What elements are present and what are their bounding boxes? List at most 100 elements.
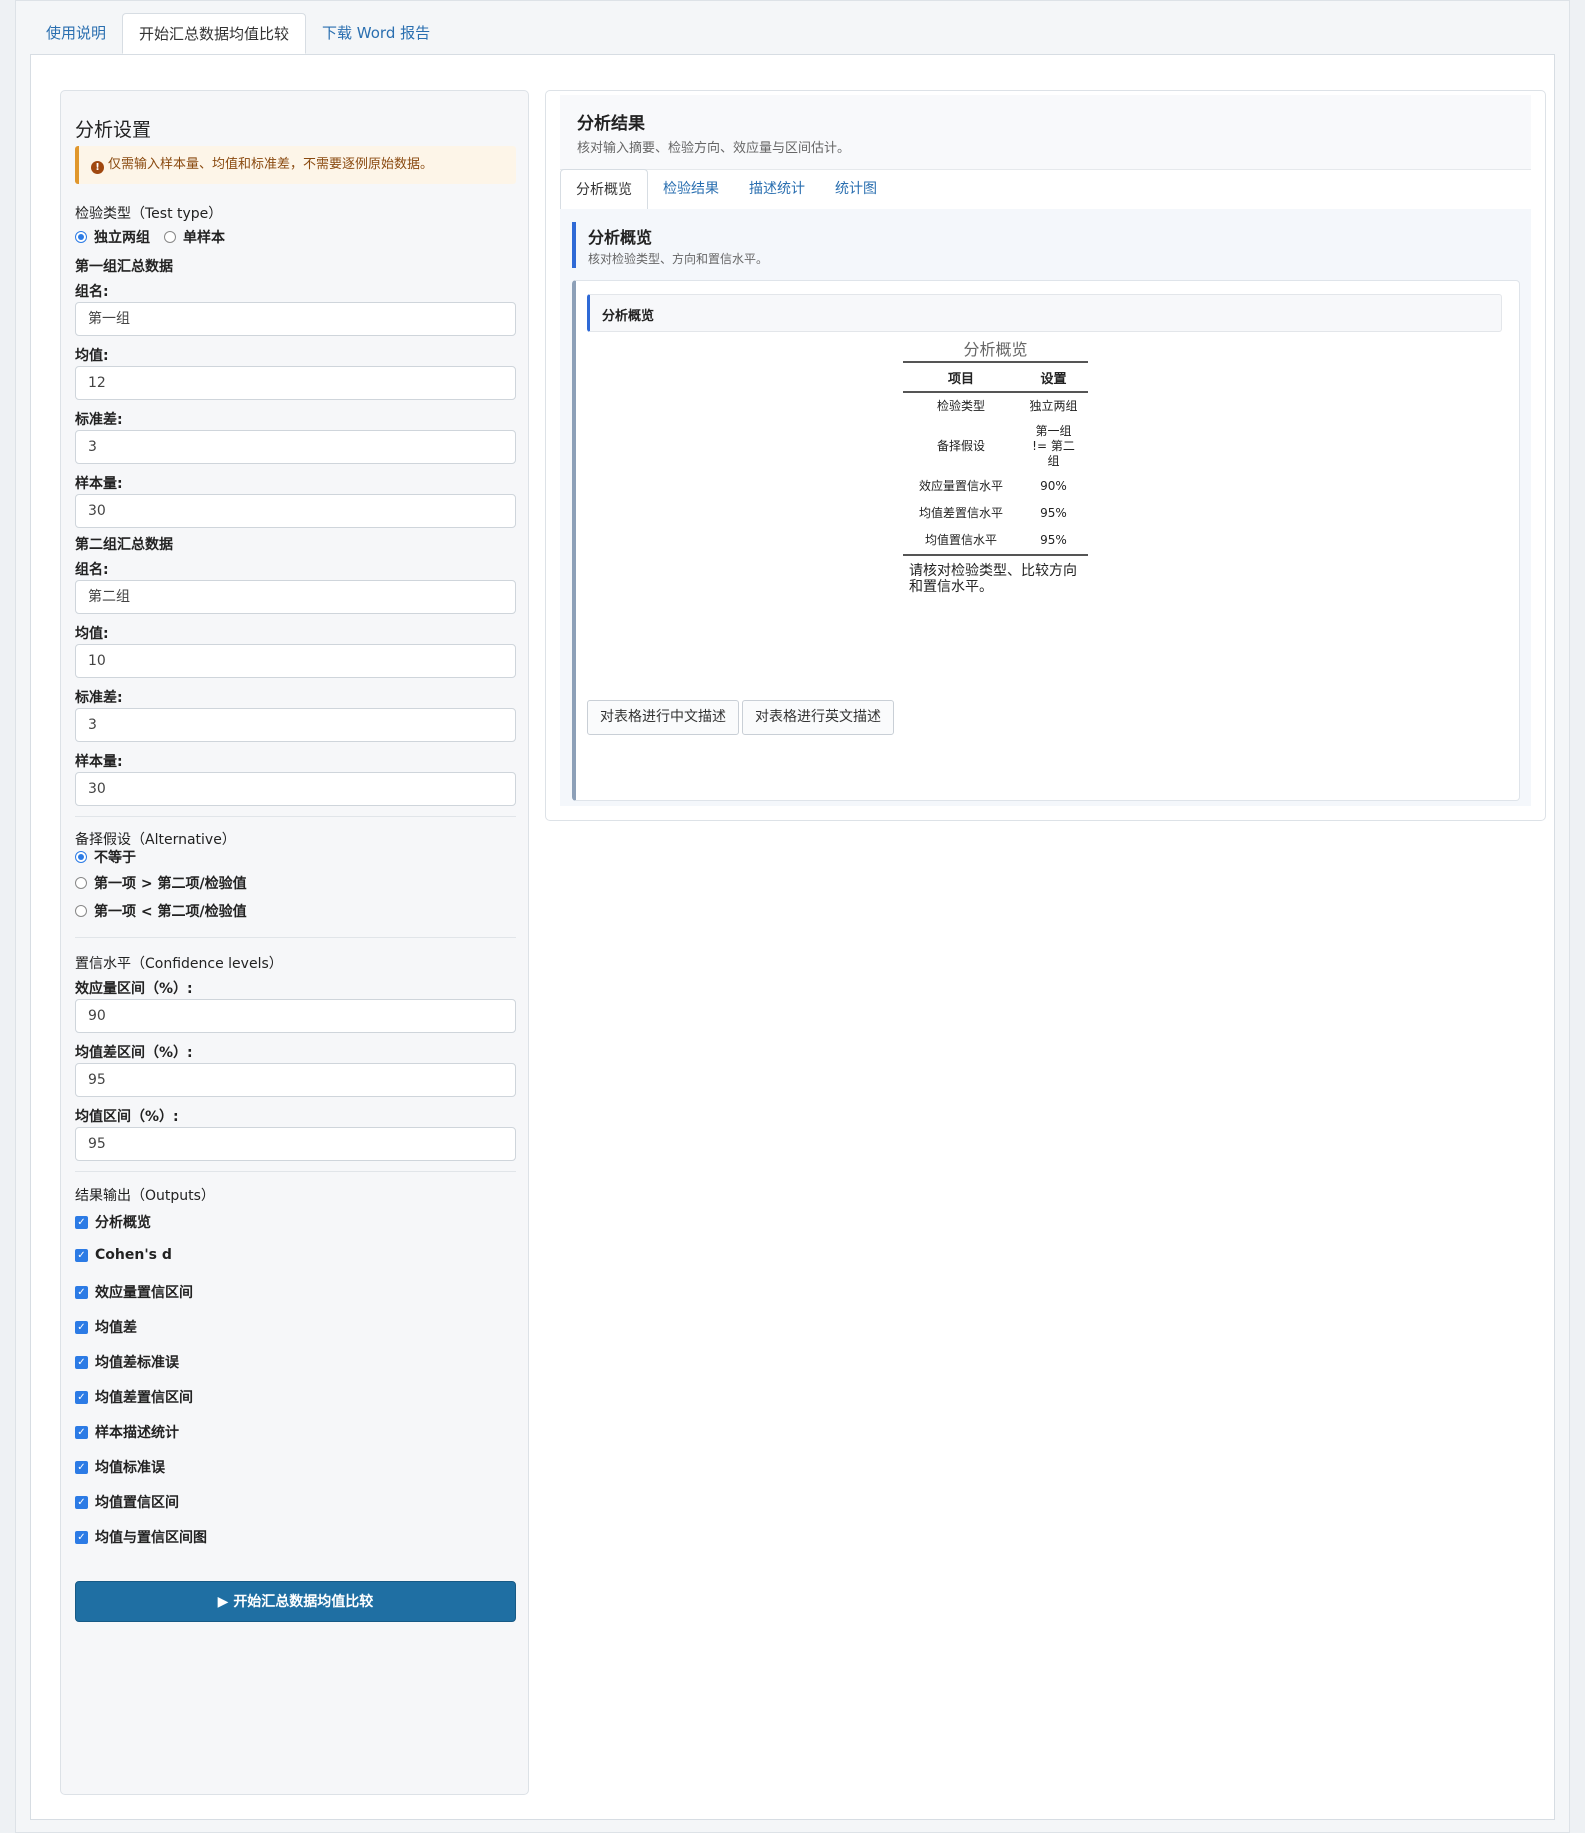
- alert-text: 仅需输入样本量、均值和标准差，不需要逐例原始数据。: [108, 157, 434, 172]
- run-analysis-button[interactable]: ▶ 开始汇总数据均值比较: [75, 1581, 516, 1622]
- group1-mean-label: 均值:: [75, 348, 109, 364]
- group2-mean-label: 均值:: [75, 626, 109, 642]
- results-header: 分析结果 核对输入摘要、检验方向、效应量与区间估计。: [560, 95, 1531, 170]
- radio-independent[interactable]: [75, 231, 87, 243]
- test-type-radio-group: 独立两组 单样本: [75, 227, 225, 247]
- table-cell: 备择假设: [936, 439, 985, 453]
- results-title: 分析结果: [577, 114, 645, 134]
- group2-heading: 第二组汇总数据: [75, 537, 173, 553]
- checkbox-checked-icon[interactable]: ✓: [75, 1355, 88, 1369]
- table-header: 设置: [1019, 362, 1088, 393]
- tab-descriptives[interactable]: 描述统计: [734, 169, 820, 209]
- checkbox-checked-icon[interactable]: ✓: [75, 1215, 88, 1229]
- table-note: 请核对检验类型、比较方向和置信水平。: [909, 563, 1077, 595]
- group1-name-input[interactable]: 第一组: [75, 302, 516, 336]
- checkbox-checked-icon[interactable]: ✓: [75, 1425, 88, 1439]
- group2-n-input[interactable]: 30: [75, 772, 516, 806]
- output-cohens-d[interactable]: ✓ Cohen's d: [75, 1247, 172, 1263]
- md-ci-input[interactable]: 95: [75, 1063, 516, 1097]
- section-title: 分析概览: [588, 228, 653, 247]
- radio-one-sample[interactable]: [164, 231, 176, 243]
- group1-n-input[interactable]: 30: [75, 494, 516, 528]
- results-tab-bar: 分析概览 检验结果 描述统计 统计图: [560, 169, 1531, 210]
- radio-independent-label: 独立两组: [94, 230, 150, 246]
- app-frame: 使用说明 开始汇总数据均值比较 下载 Word 报告 分析设置 ! 仅需输入样本量…: [15, 0, 1570, 1833]
- output-label: 均值差标准误: [95, 1355, 179, 1371]
- tab-plots[interactable]: 统计图: [820, 169, 892, 209]
- output-md-ci[interactable]: ✓ 均值差置信区间: [75, 1387, 193, 1407]
- checkbox-checked-icon[interactable]: ✓: [75, 1495, 88, 1509]
- overview-table: 项目 设置 检验类型 独立两组 备择假设 第一组 != 第二组 效应量置信水平 …: [903, 361, 1088, 556]
- output-mean-diff[interactable]: ✓ 均值差: [75, 1317, 137, 1337]
- describe-cn-button[interactable]: 对表格进行中文描述: [587, 700, 739, 735]
- divider: [75, 1171, 516, 1172]
- tab-start-analysis[interactable]: 开始汇总数据均值比较: [122, 13, 307, 54]
- card-header: 分析概览: [587, 294, 1502, 332]
- table-cell: 独立两组: [1029, 399, 1078, 413]
- tab-instructions[interactable]: 使用说明: [30, 13, 122, 54]
- table-cell: 均值置信水平: [924, 533, 997, 547]
- settings-panel: 分析设置 ! 仅需输入样本量、均值和标准差，不需要逐例原始数据。 检验类型（Tes…: [60, 90, 529, 1795]
- tab-test-results[interactable]: 检验结果: [648, 169, 734, 209]
- table-cell: 检验类型: [936, 399, 985, 413]
- results-panel: 分析结果 核对输入摘要、检验方向、效应量与区间估计。 分析概览 检验结果 描述统…: [545, 90, 1546, 821]
- md-ci-label: 均值差区间（%）:: [75, 1045, 193, 1061]
- alt-ne-label: 不等于: [94, 850, 136, 866]
- outputs-label: 结果输出（Outputs）: [75, 1188, 215, 1204]
- table-cell: 95%: [1040, 533, 1067, 547]
- output-overview[interactable]: ✓ 分析概览: [75, 1212, 151, 1232]
- checkbox-checked-icon[interactable]: ✓: [75, 1285, 88, 1299]
- alternative-label: 备择假设（Alternative）: [75, 832, 236, 848]
- radio-alt-ne[interactable]: [75, 851, 87, 863]
- table-caption: 分析概览: [963, 340, 1028, 359]
- table-cell: 均值差置信水平: [918, 506, 1003, 520]
- alt-option-gt[interactable]: 第一项 > 第二项/检验值: [75, 873, 247, 893]
- mean-ci-input[interactable]: 95: [75, 1127, 516, 1161]
- output-mean-ci-plot[interactable]: ✓ 均值与置信区间图: [75, 1527, 207, 1547]
- table-row: 均值置信水平 95%: [903, 527, 1088, 555]
- checkbox-checked-icon[interactable]: ✓: [75, 1320, 88, 1334]
- group1-sd-input[interactable]: 3: [75, 430, 516, 464]
- radio-alt-gt[interactable]: [75, 877, 87, 889]
- group1-mean-input[interactable]: 12: [75, 366, 516, 400]
- table-row: 效应量置信水平 90%: [903, 473, 1088, 500]
- card-title: 分析概览: [602, 309, 655, 324]
- checkbox-checked-icon[interactable]: ✓: [75, 1530, 88, 1544]
- output-label: 均值差: [95, 1320, 137, 1336]
- output-es-ci[interactable]: ✓ 效应量置信区间: [75, 1282, 193, 1302]
- group2-mean-input[interactable]: 10: [75, 644, 516, 678]
- es-ci-input[interactable]: 90: [75, 999, 516, 1033]
- test-type-label: 检验类型（Test type）: [75, 206, 223, 222]
- top-tab-bar: 使用说明 开始汇总数据均值比较 下载 Word 报告: [30, 13, 446, 54]
- tab-overview[interactable]: 分析概览: [560, 169, 648, 210]
- group1-sd-label: 标准差:: [75, 412, 123, 428]
- output-label: 样本描述统计: [95, 1425, 179, 1441]
- alt-option-lt[interactable]: 第一项 < 第二项/检验值: [75, 901, 247, 921]
- alt-option-ne[interactable]: 不等于: [75, 847, 136, 867]
- overview-card: 分析概览 分析概览 项目 设置 检验类型 独立两组 备择假设 第一组 != 第二…: [572, 280, 1520, 801]
- divider: [75, 937, 516, 938]
- tab-download-report[interactable]: 下载 Word 报告: [306, 13, 446, 54]
- group2-name-input[interactable]: 第二组: [75, 580, 516, 614]
- checkbox-checked-icon[interactable]: ✓: [75, 1460, 88, 1474]
- table-row: 备择假设 第一组 != 第二组: [903, 420, 1088, 473]
- output-md-se[interactable]: ✓ 均值差标准误: [75, 1352, 179, 1372]
- describe-en-button[interactable]: 对表格进行英文描述: [742, 700, 894, 735]
- group1-heading: 第一组汇总数据: [75, 259, 173, 275]
- output-descriptives[interactable]: ✓ 样本描述统计: [75, 1422, 179, 1442]
- table-cell: 效应量置信水平: [918, 479, 1003, 493]
- group2-name-label: 组名:: [75, 562, 109, 578]
- group2-n-label: 样本量:: [75, 754, 123, 770]
- table-cell: 95%: [1040, 506, 1067, 520]
- checkbox-checked-icon[interactable]: ✓: [75, 1248, 88, 1262]
- output-mean-ci[interactable]: ✓ 均值置信区间: [75, 1492, 179, 1512]
- radio-alt-lt[interactable]: [75, 905, 87, 917]
- mean-ci-label: 均值区间（%）:: [75, 1109, 179, 1125]
- results-subtitle: 核对输入摘要、检验方向、效应量与区间估计。: [577, 141, 851, 156]
- section-header: 分析概览 核对检验类型、方向和置信水平。: [572, 222, 1516, 268]
- output-label: 均值置信区间: [95, 1495, 179, 1511]
- group2-sd-input[interactable]: 3: [75, 708, 516, 742]
- checkbox-checked-icon[interactable]: ✓: [75, 1390, 88, 1404]
- radio-one-sample-label: 单样本: [183, 230, 225, 246]
- output-mean-se[interactable]: ✓ 均值标准误: [75, 1457, 165, 1477]
